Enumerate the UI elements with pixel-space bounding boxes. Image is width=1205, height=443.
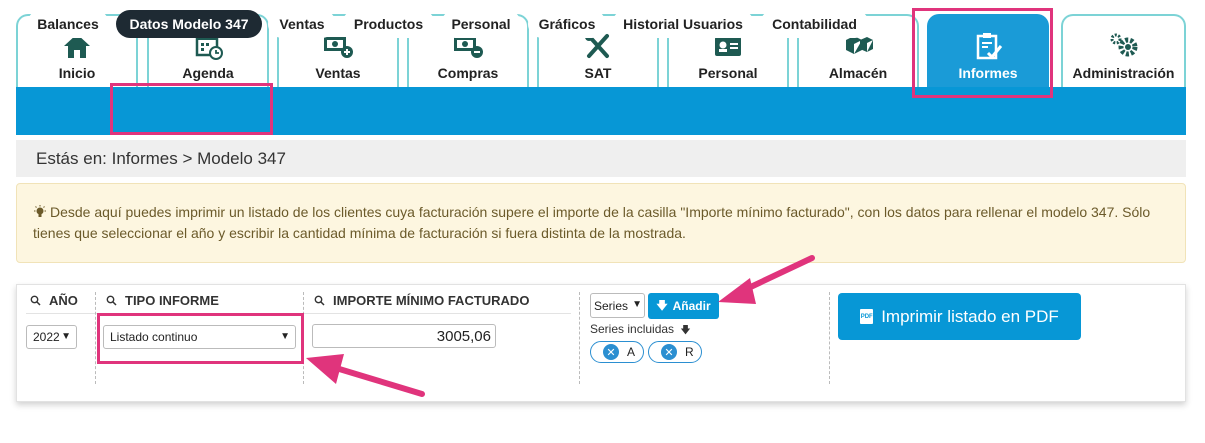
type-label: TIPO INFORME <box>125 293 219 308</box>
subnav-graficos[interactable]: Gráficos <box>528 10 606 38</box>
tab-label: Ventas <box>315 65 361 81</box>
tab-label: SAT <box>584 65 612 81</box>
subnav-ventas[interactable]: Ventas <box>268 10 336 38</box>
search-icon <box>106 295 117 306</box>
clipboard-check-icon <box>976 33 1003 60</box>
search-icon <box>314 295 325 306</box>
tab-label: Personal <box>698 65 758 81</box>
series-select[interactable]: Series ▼ <box>590 293 645 318</box>
series-chip-a[interactable]: ✕ A <box>590 341 644 363</box>
remove-chip-icon[interactable]: ✕ <box>603 344 619 360</box>
series-select-value: Series <box>594 298 629 313</box>
arrow-down-icon: 🡇 <box>680 325 691 336</box>
report-type-select[interactable]: Listado continuo ▼ <box>103 325 296 349</box>
subnav-bar <box>16 87 1186 135</box>
chip-label: A <box>627 345 636 359</box>
year-column-header: AÑO <box>30 293 78 308</box>
tab-label: Inicio <box>58 65 96 81</box>
breadcrumb: Estás en: Informes > Modelo 347 <box>16 140 1186 177</box>
report-type-value: Listado continuo <box>110 330 198 344</box>
tab-label: Administración <box>1072 65 1175 81</box>
lightbulb-icon <box>34 205 46 217</box>
chevron-down-icon: ▼ <box>632 299 642 310</box>
subnav-productos[interactable]: Productos <box>342 10 435 38</box>
subnav-datos-modelo-347[interactable]: Datos Modelo 347 <box>116 10 262 38</box>
min-amount-input[interactable]: 3005,06 <box>312 324 496 348</box>
column-divider <box>95 292 96 384</box>
tab-label: Agenda <box>182 65 234 81</box>
remove-chip-icon[interactable]: ✕ <box>661 344 677 360</box>
series-chip-r[interactable]: ✕ R <box>648 341 702 363</box>
header-divider <box>26 313 571 314</box>
year-value: 2022 <box>33 330 60 344</box>
subnav-contabilidad[interactable]: Contabilidad <box>760 10 869 38</box>
amount-label: IMPORTE MÍNIMO FACTURADO <box>333 293 530 308</box>
tab-administracion[interactable]: Administración <box>1061 14 1186 87</box>
tab-informes[interactable]: Informes <box>927 14 1049 87</box>
print-pdf-label: Imprimir listado en PDF <box>881 306 1059 326</box>
year-label: AÑO <box>49 293 78 308</box>
type-column-header: TIPO INFORME <box>106 293 219 308</box>
print-pdf-button[interactable]: PDF Imprimir listado en PDF <box>838 293 1081 340</box>
column-divider <box>829 292 830 384</box>
info-message: Desde aquí puedes imprimir un listado de… <box>16 183 1186 263</box>
arrow-down-icon: 🡇 <box>656 299 668 312</box>
subnav-balances[interactable]: Balances <box>27 10 109 38</box>
tab-label: Informes <box>958 65 1018 81</box>
chip-label: R <box>685 345 694 359</box>
tab-label: Almacén <box>828 65 888 81</box>
subnav-historial-usuarios[interactable]: Historial Usuarios <box>612 10 754 38</box>
column-divider <box>579 292 580 384</box>
column-divider <box>303 292 304 384</box>
subnav-personal[interactable]: Personal <box>441 10 521 38</box>
tab-label: Compras <box>437 65 499 81</box>
gears-icon <box>1110 33 1137 57</box>
amount-column-header: IMPORTE MÍNIMO FACTURADO <box>314 293 529 308</box>
add-series-button[interactable]: 🡇 Añadir <box>648 293 719 319</box>
add-series-label: Añadir <box>672 299 711 313</box>
chevron-down-icon: ▼ <box>61 331 71 342</box>
year-select[interactable]: 2022 ▼ <box>26 325 77 349</box>
pdf-file-icon: PDF <box>860 309 874 324</box>
series-included-label: Series incluidas 🡇 <box>590 322 691 336</box>
search-icon <box>30 295 41 306</box>
chevron-down-icon: ▼ <box>280 331 290 342</box>
info-text: Desde aquí puedes imprimir un listado de… <box>33 204 1151 241</box>
